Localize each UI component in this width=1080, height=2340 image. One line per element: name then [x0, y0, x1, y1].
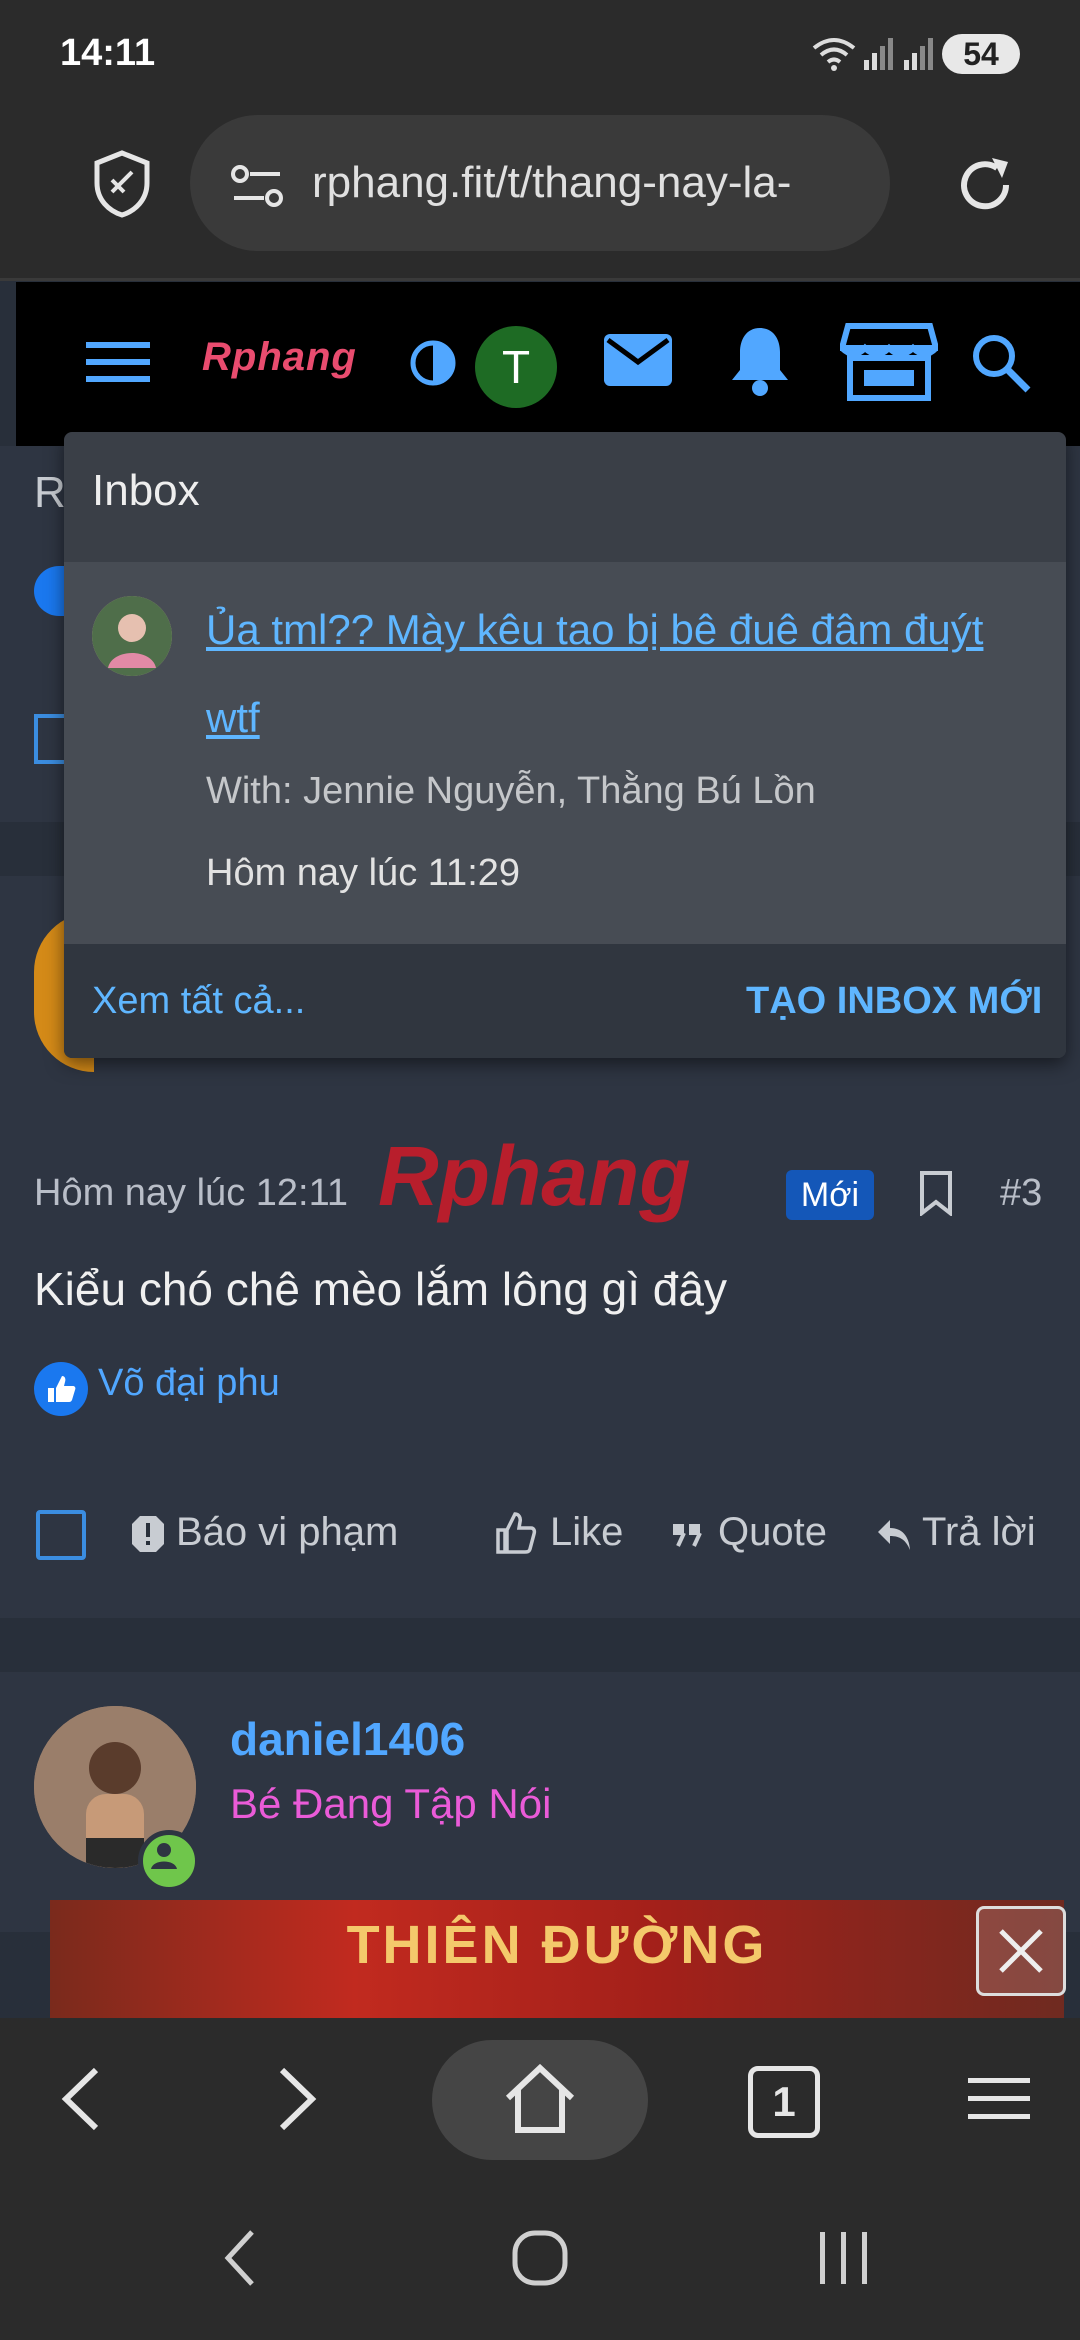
new-inbox-link[interactable]: TẠO INBOX MỚI: [746, 980, 1042, 1023]
like-icon[interactable]: [494, 1510, 538, 1556]
status-time: 14:11: [60, 32, 156, 74]
back-arrow-icon[interactable]: [58, 2066, 102, 2132]
select-checkbox[interactable]: [36, 1510, 86, 1560]
tabs-count-icon[interactable]: 1: [748, 2066, 820, 2138]
ad-banner[interactable]: THIÊN ĐƯỜNG: [50, 1900, 1064, 2018]
partial-checkbox: [34, 714, 64, 764]
reply-icon[interactable]: [876, 1518, 912, 1552]
hamburger-menu-icon[interactable]: [86, 338, 150, 386]
report-icon[interactable]: [130, 1514, 166, 1554]
ad-banner-text: THIÊN ĐƯỜNG: [346, 1915, 768, 1975]
shield-icon[interactable]: [92, 150, 152, 218]
reply-button[interactable]: Trả lời: [922, 1510, 1036, 1555]
site-logo[interactable]: Rphang: [202, 335, 357, 380]
partial-text: R: [34, 468, 66, 517]
poster-username[interactable]: daniel1406: [230, 1712, 465, 1766]
site-settings-icon[interactable]: [230, 162, 284, 210]
quote-icon[interactable]: [672, 1522, 702, 1548]
wifi-icon: [810, 34, 858, 74]
post-number[interactable]: #3: [1000, 1172, 1042, 1215]
watermark-logo: Rphang: [378, 1129, 691, 1223]
new-badge: Mới: [786, 1170, 874, 1220]
mail-icon[interactable]: [602, 330, 674, 390]
report-button[interactable]: Báo vi phạm: [176, 1510, 398, 1555]
menu-icon[interactable]: [968, 2076, 1030, 2122]
url-text[interactable]: rphang.fit/t/thang-nay-la-: [312, 158, 862, 208]
bookmark-icon[interactable]: [918, 1170, 954, 1216]
system-back-icon[interactable]: [222, 2228, 258, 2288]
post-date: Hôm nay lúc 12:11: [34, 1172, 349, 1214]
post-content: Kiểu chó chê mèo lắm lông gì đây: [34, 1263, 727, 1315]
theme-toggle-icon[interactable]: [408, 338, 458, 388]
bell-icon[interactable]: [728, 322, 792, 398]
conversation-participants: With: Jennie Nguyễn, Thằng Bú Lồn: [206, 770, 816, 812]
system-recents-icon[interactable]: [818, 2230, 870, 2286]
home-icon[interactable]: [504, 2064, 576, 2134]
thumbs-up-icon: [34, 1362, 88, 1416]
inbox-title: Inbox: [92, 466, 200, 515]
view-all-link[interactable]: Xem tất cả...: [92, 980, 305, 1023]
search-icon[interactable]: [970, 332, 1032, 394]
signal-icon-2: [902, 36, 936, 72]
quote-button[interactable]: Quote: [718, 1510, 827, 1555]
forward-arrow-icon[interactable]: [276, 2066, 320, 2132]
battery-indicator: 54: [942, 34, 1020, 74]
user-avatar[interactable]: T: [475, 326, 557, 408]
online-status-icon: [138, 1830, 200, 1892]
system-home-icon[interactable]: [512, 2230, 568, 2286]
store-icon[interactable]: [840, 320, 938, 402]
reload-icon[interactable]: [952, 152, 1018, 218]
poster-title: Bé Đang Tập Nói: [230, 1780, 552, 1827]
conversation-avatar[interactable]: [92, 596, 172, 676]
conversation-title-link[interactable]: Ủa tml?? Mày kêu tao bị bê đuê đâm đuýt …: [206, 586, 1036, 762]
close-ad-icon[interactable]: [976, 1906, 1066, 1996]
conversation-time: Hôm nay lúc 11:29: [206, 852, 521, 894]
signal-icon-1: [862, 36, 896, 72]
like-button[interactable]: Like: [550, 1510, 623, 1555]
reaction-user-link[interactable]: Võ đại phu: [98, 1362, 280, 1405]
